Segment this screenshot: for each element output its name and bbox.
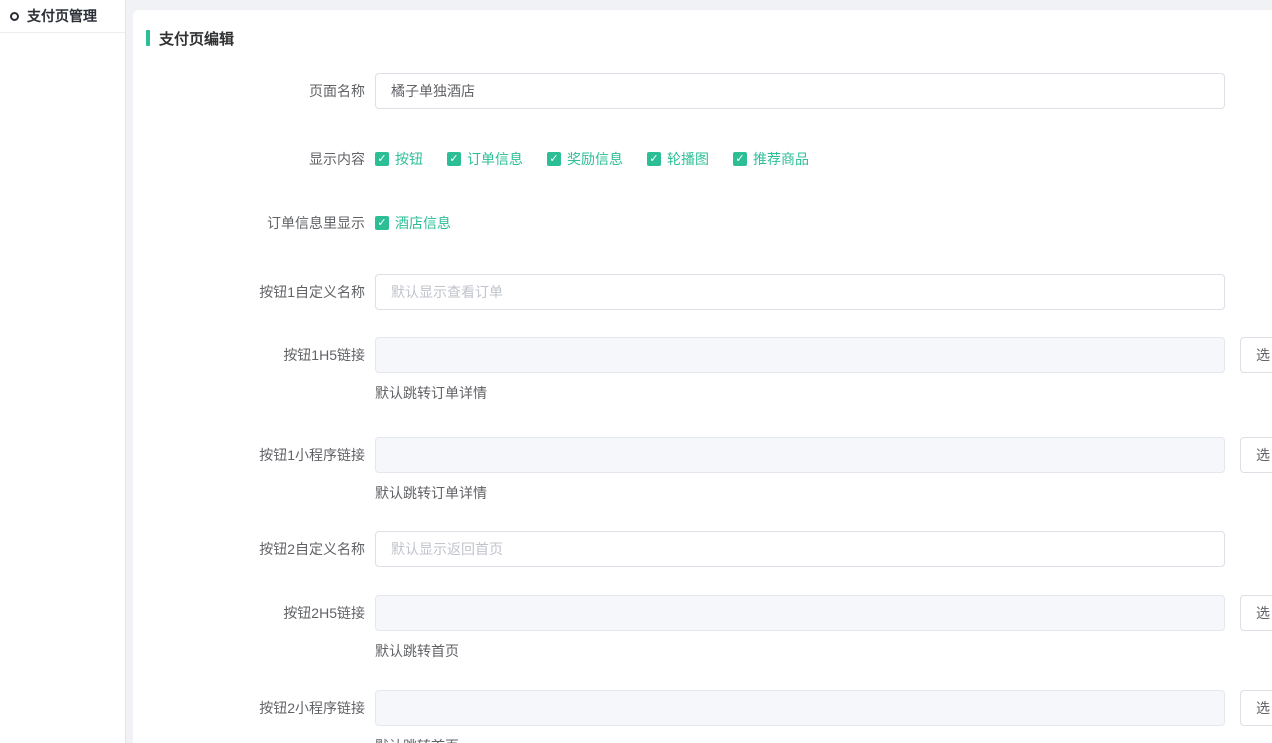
- field-label: 按钮1小程序链接: [133, 437, 365, 473]
- checkbox-button[interactable]: 按钮: [375, 149, 423, 169]
- form-row: 按钮1小程序链接 选 默认跳转订单详情: [133, 437, 1272, 500]
- field-hint: 默认跳转订单详情: [375, 386, 1272, 400]
- form-row: 按钮2小程序链接 选 默认跳转首页: [133, 690, 1272, 743]
- checkbox-checked-icon: [733, 152, 747, 166]
- form-row: 显示内容 按钮 订单信息 奖励信息 轮播图: [133, 149, 1272, 169]
- checkbox-checked-icon: [647, 152, 661, 166]
- button1-h5-link-input: [375, 337, 1225, 373]
- form-row: 订单信息里显示 酒店信息: [133, 213, 1272, 233]
- field-hint: 默认跳转首页: [375, 739, 1272, 743]
- button1-miniprogram-link-input: [375, 437, 1225, 473]
- field-label: 按钮1H5链接: [133, 337, 365, 373]
- button2-h5-link-select-button[interactable]: 选: [1240, 595, 1272, 631]
- field-label: 按钮2自定义名称: [133, 531, 365, 567]
- checkbox-hotel-info[interactable]: 酒店信息: [375, 213, 451, 233]
- field-hint: 默认跳转首页: [375, 644, 1272, 658]
- sidebar: 支付页管理: [0, 0, 126, 743]
- checkbox-checked-icon: [375, 216, 389, 230]
- field-label: 显示内容: [133, 149, 365, 169]
- field-label: 订单信息里显示: [133, 213, 365, 233]
- button1-h5-link-select-button[interactable]: 选: [1240, 337, 1272, 373]
- form-row: 按钮2H5链接 选 默认跳转首页: [133, 595, 1272, 658]
- checkbox-recommended-products[interactable]: 推荐商品: [733, 149, 809, 169]
- button2-miniprogram-link-select-button[interactable]: 选: [1240, 690, 1272, 726]
- display-content-checkbox-group: 按钮 订单信息 奖励信息 轮播图 推荐商品: [375, 149, 833, 169]
- field-hint: 默认跳转订单详情: [375, 486, 1272, 500]
- payment-page-edit-panel: 支付页编辑 页面名称 显示内容 按钮 订单信息: [133, 10, 1272, 743]
- checkbox-checked-icon: [375, 152, 389, 166]
- checkbox-checked-icon: [447, 152, 461, 166]
- button2-h5-link-input: [375, 595, 1225, 631]
- button1-custom-name-input[interactable]: [375, 274, 1225, 310]
- checkbox-reward-info[interactable]: 奖励信息: [547, 149, 623, 169]
- field-label: 按钮2H5链接: [133, 595, 365, 631]
- sidebar-item-label: 支付页管理: [27, 6, 97, 26]
- title-accent-bar: [146, 30, 150, 46]
- button2-miniprogram-link-input: [375, 690, 1225, 726]
- form-row: 按钮2自定义名称: [133, 531, 1272, 567]
- button2-custom-name-input[interactable]: [375, 531, 1225, 567]
- form-row: 页面名称: [133, 73, 1272, 109]
- button1-miniprogram-link-select-button[interactable]: 选: [1240, 437, 1272, 473]
- checkbox-order-info[interactable]: 订单信息: [447, 149, 523, 169]
- page-name-input[interactable]: [375, 73, 1225, 109]
- checkbox-carousel[interactable]: 轮播图: [647, 149, 709, 169]
- page-title: 支付页编辑: [159, 28, 234, 49]
- payment-page-form: 页面名称 显示内容 按钮 订单信息 奖励信息: [133, 73, 1272, 743]
- form-row: 按钮1H5链接 选 默认跳转订单详情: [133, 337, 1272, 400]
- field-label: 按钮2小程序链接: [133, 690, 365, 726]
- circle-icon: [10, 12, 19, 21]
- field-label: 按钮1自定义名称: [133, 274, 365, 310]
- form-row: 按钮1自定义名称: [133, 274, 1272, 310]
- checkbox-checked-icon: [547, 152, 561, 166]
- section-header: 支付页编辑: [146, 29, 1272, 47]
- order-info-checkbox-group: 酒店信息: [375, 213, 475, 233]
- field-label: 页面名称: [133, 73, 365, 109]
- sidebar-item-payment-page[interactable]: 支付页管理: [0, 0, 125, 33]
